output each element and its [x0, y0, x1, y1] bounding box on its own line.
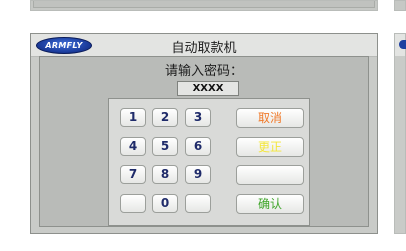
key-blank-right[interactable] — [185, 194, 211, 213]
confirm-button[interactable]: 确认 — [236, 194, 304, 214]
password-field[interactable]: XXXX — [177, 81, 239, 96]
key-5[interactable]: 5 — [152, 137, 178, 156]
window-title: 自动取款机 — [171, 41, 237, 56]
background-window-right — [394, 33, 406, 234]
blank-function-button[interactable] — [236, 165, 304, 185]
background-window-top — [30, 0, 378, 11]
key-3[interactable]: 3 — [185, 108, 211, 127]
key-7[interactable]: 7 — [120, 165, 146, 184]
correct-button[interactable]: 更正 — [236, 137, 304, 157]
key-9[interactable]: 9 — [185, 165, 211, 184]
cancel-button[interactable]: 取消 — [236, 108, 304, 128]
key-8[interactable]: 8 — [152, 165, 178, 184]
key-4[interactable]: 4 — [120, 137, 146, 156]
key-1[interactable]: 1 — [120, 108, 146, 127]
key-blank-left[interactable] — [120, 194, 146, 213]
key-2[interactable]: 2 — [152, 108, 178, 127]
key-0[interactable]: 0 — [152, 194, 178, 213]
key-6[interactable]: 6 — [185, 137, 211, 156]
atm-window: ARMFLY 自动取款机 请输入密码： XXXX 1 2 3 4 5 6 7 8… — [30, 33, 378, 234]
atm-content: 请输入密码： XXXX 1 2 3 4 5 6 7 8 9 0 取消 更正 确认 — [39, 56, 369, 227]
background-window-top-right — [394, 0, 406, 11]
password-prompt: 请输入密码： — [164, 64, 243, 79]
keypad-panel: 1 2 3 4 5 6 7 8 9 0 取消 更正 确认 — [108, 98, 310, 226]
background-window-top-content — [33, 1, 375, 8]
title-bar: ARMFLY 自动取款机 — [31, 34, 377, 57]
